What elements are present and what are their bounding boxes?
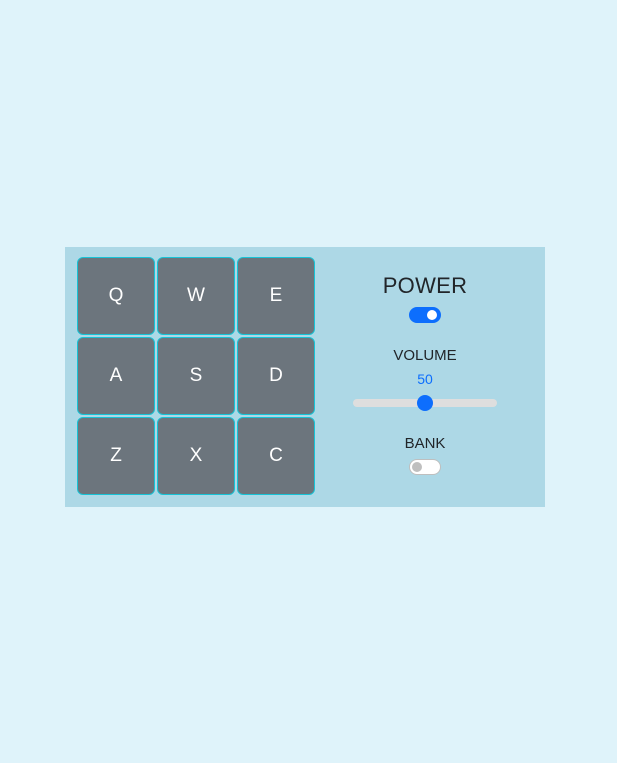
pad-s[interactable]: S — [157, 337, 235, 415]
volume-slider[interactable] — [353, 395, 497, 411]
controls-panel: POWER VOLUME 50 BANK — [335, 247, 515, 507]
pad-a[interactable]: A — [77, 337, 155, 415]
volume-label: VOLUME — [393, 347, 457, 364]
volume-slider-thumb[interactable] — [417, 395, 433, 411]
pad-grid: Q W E A S D Z X C — [77, 257, 315, 495]
pad-c[interactable]: C — [237, 417, 315, 495]
power-toggle[interactable] — [409, 307, 441, 323]
pad-q[interactable]: Q — [77, 257, 155, 335]
pad-x[interactable]: X — [157, 417, 235, 495]
pad-e[interactable]: E — [237, 257, 315, 335]
power-toggle-knob — [427, 310, 437, 320]
bank-toggle[interactable] — [409, 459, 441, 475]
drum-machine: Q W E A S D Z X C POWER VOLUME 50 BANK — [65, 247, 545, 507]
bank-label: BANK — [404, 435, 446, 452]
pad-z[interactable]: Z — [77, 417, 155, 495]
volume-value: 50 — [417, 371, 433, 387]
bank-toggle-knob — [412, 462, 422, 472]
pad-d[interactable]: D — [237, 337, 315, 415]
pad-w[interactable]: W — [157, 257, 235, 335]
power-label: POWER — [382, 273, 468, 298]
